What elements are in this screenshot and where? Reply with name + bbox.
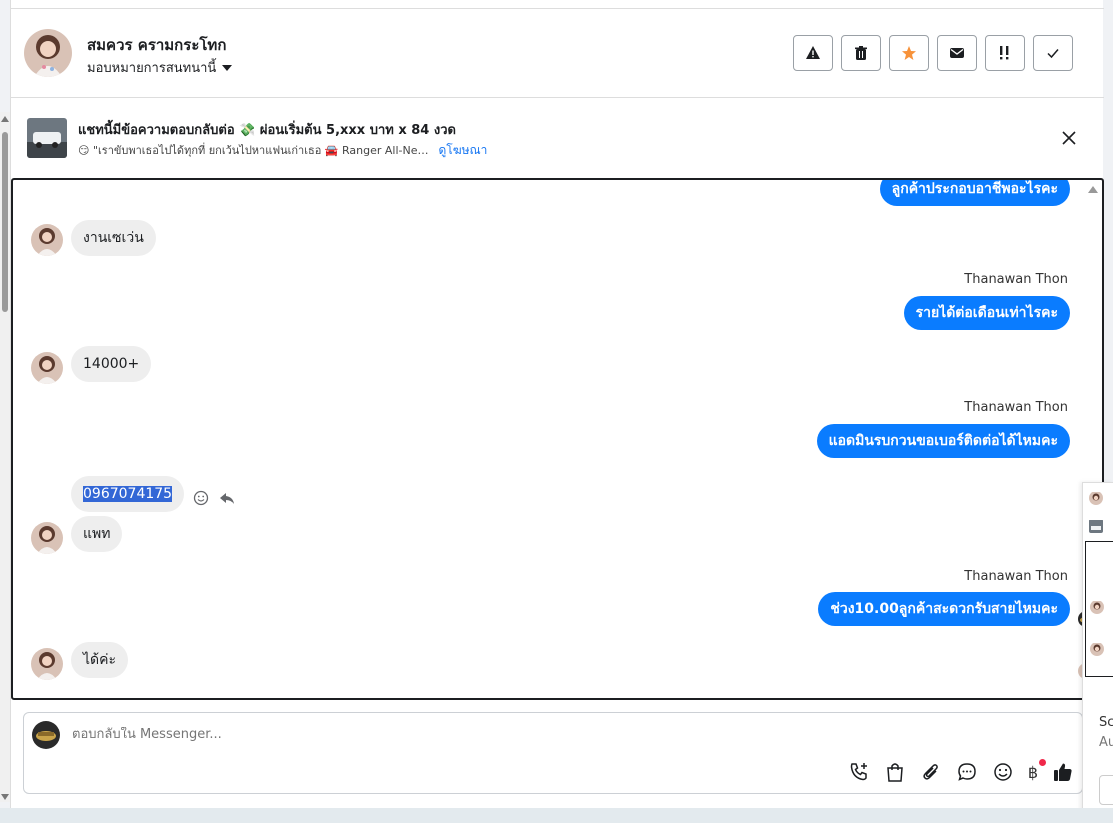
warning-icon [806, 46, 820, 59]
incoming-message[interactable]: ได้ค่ะ [71, 642, 129, 678]
page: สมควร ครามกระโทก มอบหมายการสนทนานี้ แชทน… [0, 0, 1113, 823]
outgoing-message[interactable]: แอดมินรบกวนขอเบอร์ติดต่อได้ไหมคะ [816, 424, 1070, 458]
thread-scroll-up-arrow[interactable] [1088, 186, 1098, 193]
message-thread[interactable]: ลูกค้าประกอบอาชีพอะไรคะ งานเซเว่น Thanaw… [11, 178, 1104, 700]
assign-conversation-dropdown[interactable]: มอบหมายการสนทนานี้ [87, 57, 233, 78]
side-panel-text: Sc [1099, 715, 1113, 730]
conversation-toolbar [793, 35, 1073, 71]
ad-title: แชทนี้มีข้อความตอบกลับต่อ 💸 ผ่อนเริ่มต้น… [78, 123, 456, 138]
mark-unread-button[interactable] [937, 35, 977, 71]
composer-actions: ฿ [848, 758, 1074, 783]
view-ad-link[interactable]: ดูโฆษณา [438, 141, 487, 160]
outgoing-message[interactable]: ช่วง10.00ลูกค้าสะดวกรับสายไหมคะ [818, 592, 1070, 626]
mark-spam-button[interactable] [793, 35, 833, 71]
side-panel-subtext: Au [1099, 735, 1113, 750]
contact-avatar-small [31, 224, 63, 256]
outgoing-message[interactable]: รายได้ต่อเดือนเท่าไรคะ [903, 296, 1070, 330]
reply-input[interactable] [72, 727, 772, 742]
sender-name: Thanawan Thon [964, 569, 1068, 584]
side-avatar [1090, 642, 1104, 656]
scroll-down-arrow[interactable] [1, 794, 9, 800]
attachment-icon[interactable] [920, 761, 942, 783]
sender-name: Thanawan Thon [964, 272, 1068, 287]
contact-avatar-small [31, 352, 63, 384]
page-avatar [32, 721, 60, 749]
page-scrollbar[interactable] [0, 112, 10, 802]
delete-button[interactable] [841, 35, 881, 71]
side-conversation-panel: Sc Au [1082, 482, 1113, 820]
incoming-message[interactable]: 14000+ [71, 346, 152, 382]
side-contact-avatar[interactable] [1089, 491, 1103, 505]
conversation-panel: สมควร ครามกระโทก มอบหมายการสนทนานี้ แชทน… [10, 0, 1104, 808]
ad-context-banner: แชทนี้มีข้อความตอบกลับต่อ 💸 ผ่อนเริ่มต้น… [11, 98, 1104, 178]
mark-done-button[interactable] [1033, 35, 1073, 71]
incoming-message[interactable]: งานเซเว่น [71, 220, 156, 256]
thumbs-up-icon[interactable] [1052, 761, 1074, 783]
ad-subtitle-row: 😏 "เราขับพาเธอไปได้ทุกที่ ยกเว้นไปหาแฟนเ… [78, 141, 487, 160]
chat-bubble-icon[interactable] [956, 761, 978, 783]
star-button[interactable] [889, 35, 929, 71]
react-emoji-icon[interactable] [193, 490, 209, 506]
side-thread-preview[interactable] [1085, 541, 1113, 677]
side-ad-thumbnail[interactable] [1089, 519, 1103, 533]
contact-name[interactable]: สมควร ครามกระโทก [87, 33, 226, 57]
outgoing-message[interactable]: ลูกค้าประกอบอาชีพอะไรคะ [879, 180, 1070, 206]
scroll-up-arrow[interactable] [1, 116, 9, 122]
phone-number-text[interactable]: 0967074175 [83, 486, 173, 502]
sender-name: Thanawan Thon [964, 400, 1068, 415]
assign-label: มอบหมายการสนทนานี้ [87, 61, 217, 76]
follow-up-button[interactable] [985, 35, 1025, 71]
ad-subtitle: 😏 "เราขับพาเธอไปได้ทุกที่ ยกเว้นไปหาแฟนเ… [78, 144, 429, 157]
payment-baht-icon[interactable]: ฿ [1027, 758, 1046, 782]
follow-up-icon [1000, 46, 1009, 60]
call-add-icon[interactable] [848, 761, 870, 783]
incoming-message[interactable]: แพท [71, 516, 123, 552]
shopping-bag-icon[interactable] [884, 761, 906, 783]
check-icon [1047, 49, 1059, 59]
conversation-header: สมควร ครามกระโทก มอบหมายการสนทนานี้ [11, 8, 1104, 98]
side-panel-button[interactable] [1099, 775, 1113, 805]
trash-icon [855, 46, 867, 60]
reply-icon[interactable] [219, 490, 235, 506]
star-icon [902, 46, 916, 60]
incoming-message-phone[interactable]: 0967074175 [71, 476, 185, 512]
contact-avatar-small [31, 522, 63, 554]
mail-icon [950, 48, 964, 58]
notification-dot [1039, 758, 1046, 766]
bottom-bar [0, 808, 1113, 823]
message-composer: ฿ [23, 712, 1083, 794]
baht-symbol: ฿ [1027, 762, 1038, 782]
contact-avatar[interactable] [24, 29, 72, 77]
side-avatar [1090, 600, 1104, 614]
scrollbar-thumb[interactable] [2, 132, 8, 312]
caret-down-icon [222, 64, 233, 71]
emoji-icon[interactable] [992, 761, 1014, 783]
ad-thumbnail[interactable] [27, 118, 67, 158]
contact-avatar-small [31, 648, 63, 680]
message-actions [193, 490, 235, 506]
close-icon[interactable] [1059, 128, 1079, 148]
